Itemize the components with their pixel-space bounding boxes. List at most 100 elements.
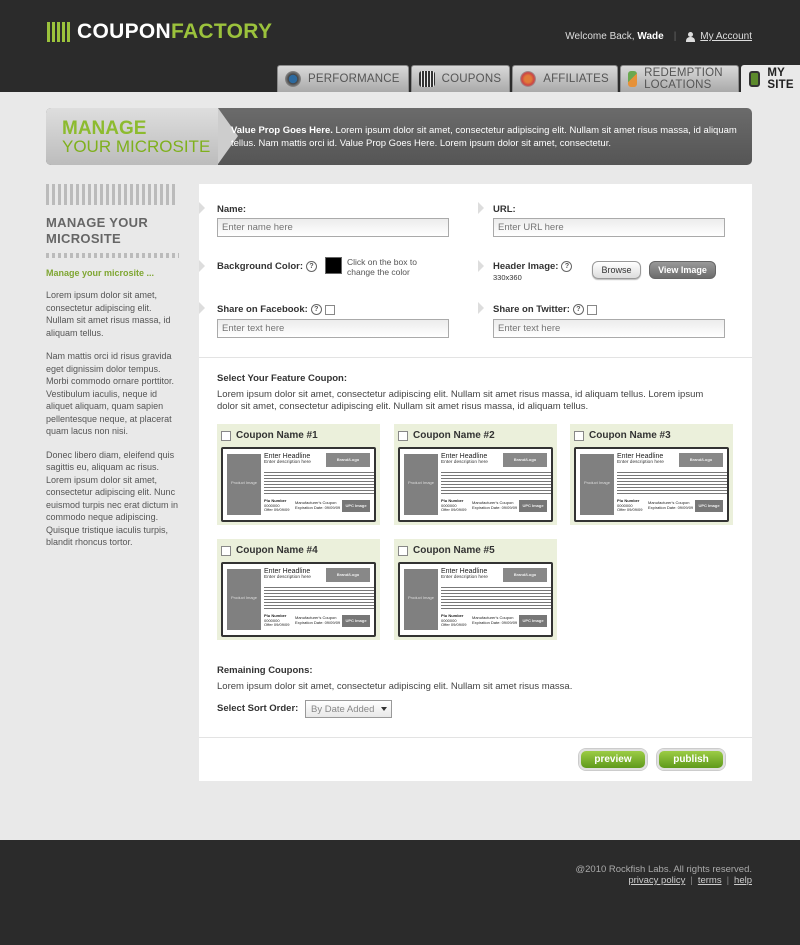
tab-performance[interactable]: PERFORMANCE <box>277 65 409 92</box>
brand-logo-placeholder: Brand/Logo <box>326 568 370 582</box>
privacy-policy-link[interactable]: privacy policy <box>628 875 685 886</box>
coupon-checkbox[interactable] <box>398 545 408 556</box>
performance-gauge-icon <box>285 71 301 87</box>
background-color-swatch[interactable] <box>325 257 342 274</box>
preview-button[interactable]: preview <box>579 749 647 770</box>
product-image-placeholder: Product Image <box>580 454 614 515</box>
help-icon[interactable]: ? <box>561 261 573 272</box>
tab-label: PERFORMANCE <box>308 73 400 85</box>
help-icon[interactable]: ? <box>306 261 318 272</box>
coupon-option[interactable]: Coupon Name #4 Product Image Enter Headl… <box>217 539 380 640</box>
page-title: MANAGE YOUR MICROSITE <box>62 118 211 156</box>
coupon-description: Enter description here <box>264 575 311 580</box>
header-image-dimensions: 330x360 <box>493 273 522 282</box>
terms-link[interactable]: terms <box>698 875 722 886</box>
tab-label: AFFILIATES <box>543 73 609 85</box>
coupon-description: Enter description here <box>441 575 488 580</box>
offer-date: Offer 09/09/09 <box>441 507 467 512</box>
url-input[interactable] <box>493 218 725 237</box>
help-icon[interactable]: ? <box>572 304 584 315</box>
sidebar-barcode-icon <box>46 184 179 205</box>
welcome-area: Welcome Back, Wade | My Account <box>565 31 752 42</box>
remaining-coupons-text: Lorem ipsum dolor sit amet, consectetur … <box>217 681 573 692</box>
coupon-plu: Plu Number 0000000 Offer 09/09/09 <box>264 613 290 628</box>
coupon-name: Coupon Name #3 <box>589 430 671 441</box>
sidebar-title-line2: MICROSITE <box>46 231 121 246</box>
page-title-line2: YOUR MICROSITE <box>62 137 211 156</box>
coupon-option[interactable]: Coupon Name #5 Product Image Enter Headl… <box>394 539 557 640</box>
header: COUPONFACTORY Welcome Back, Wade | My Ac… <box>0 0 800 92</box>
footer-links: privacy policy | terms | help <box>628 875 752 886</box>
coupon-option[interactable]: Coupon Name #1 Product Image Enter Headl… <box>217 424 380 525</box>
coupon-name: Coupon Name #1 <box>236 430 318 441</box>
facebook-text-input[interactable] <box>217 319 449 338</box>
feature-coupon-text: Lorem ipsum dolor sit amet, consectetur … <box>217 389 704 412</box>
page-title-line1: MANAGE <box>62 118 147 139</box>
product-image-placeholder: Product Image <box>227 569 261 630</box>
twitter-label-text: Share on Twitter: <box>493 304 570 316</box>
tab-label: COUPONS <box>441 73 502 85</box>
header-image-label: Header Image:? <box>493 261 573 273</box>
logo-text-factory: FACTORY <box>170 20 273 43</box>
coupon-headline: Enter Headline <box>264 568 311 575</box>
product-image-placeholder: Product Image <box>404 569 438 630</box>
sidebar: MANAGE YOUR MICROSITE Manage your micros… <box>46 184 179 549</box>
tab-label: MY SITE <box>767 67 794 91</box>
coupon-manufacturer: Manufacturer's Coupon Expiration Date: 09… <box>295 500 340 510</box>
logo[interactable]: COUPONFACTORY <box>47 20 272 44</box>
tab-label: REDEMPTION LOCATIONS <box>644 67 723 91</box>
offer-date: Offer 09/09/09 <box>617 507 643 512</box>
offer-date: Offer 09/09/09 <box>441 622 467 627</box>
field-arrow-icon <box>478 302 484 314</box>
tab-my-site[interactable]: MY SITE <box>740 65 800 92</box>
coupon-option[interactable]: Coupon Name #2 Product Image Enter Headl… <box>394 424 557 525</box>
coupon-checkbox[interactable] <box>221 545 231 556</box>
upc-image-placeholder: UPC Image <box>519 615 547 627</box>
help-icon[interactable]: ? <box>310 304 322 315</box>
coupon-manufacturer: Manufacturer's Coupon Expiration Date: 09… <box>472 615 517 625</box>
facebook-checkbox[interactable] <box>324 304 335 315</box>
help-link[interactable]: help <box>734 875 752 886</box>
copyright: @2010 Rockfish Labs. All rights reserved… <box>575 864 752 875</box>
coupon-name: Coupon Name #2 <box>413 430 495 441</box>
coupon-description: Enter description here <box>617 460 664 465</box>
coupon-checkbox[interactable] <box>221 430 231 441</box>
footer: @2010 Rockfish Labs. All rights reserved… <box>0 840 800 945</box>
field-arrow-icon <box>478 202 484 214</box>
product-image-placeholder: Product Image <box>227 454 261 515</box>
section-divider <box>199 737 752 738</box>
twitter-checkbox[interactable] <box>586 304 597 315</box>
main-panel: Name: URL: Background Color:? Click on t… <box>199 184 752 781</box>
coupon-checkbox[interactable] <box>398 430 408 441</box>
coupon-option[interactable]: Coupon Name #3 Product Image Enter Headl… <box>570 424 733 525</box>
view-image-button[interactable]: View Image <box>649 261 716 279</box>
expiration-date: Expiration Date: 09/09/09 <box>648 504 694 510</box>
coupon-preview: Product Image Enter Headline Enter descr… <box>221 447 376 522</box>
logo-text-coupon: COUPON <box>77 20 171 43</box>
sort-order-value: By Date Added <box>311 704 375 715</box>
footer-separator: | <box>690 875 693 886</box>
coupon-plu: Plu Number 0000000 Offer 09/09/09 <box>264 498 290 513</box>
sort-order-select[interactable]: By Date Added <box>305 700 392 718</box>
my-account-link[interactable]: My Account <box>700 31 752 42</box>
sidebar-paragraph: Lorem ipsum dolor sit amet, consectetur … <box>46 290 171 338</box>
brand-logo-placeholder: Brand/Logo <box>503 568 547 582</box>
coupon-plu: Plu Number 0000000 Offer 09/09/09 <box>617 498 643 513</box>
coupon-manufacturer: Manufacturer's Coupon Expiration Date: 09… <box>472 500 517 510</box>
coupon-fine-print <box>617 471 727 495</box>
coupon-checkbox[interactable] <box>574 430 584 441</box>
tab-affiliates[interactable]: AFFILIATES <box>512 65 618 92</box>
header-image-label-text: Header Image: <box>493 261 559 273</box>
coupon-fine-print <box>264 471 374 495</box>
feature-coupon-title: Select Your Feature Coupon: <box>217 373 348 384</box>
twitter-text-input[interactable] <box>493 319 725 338</box>
monitor-icon <box>748 71 761 87</box>
publish-button[interactable]: publish <box>657 749 725 770</box>
tab-coupons[interactable]: COUPONS <box>410 65 511 92</box>
browse-button[interactable]: Browse <box>592 261 641 279</box>
name-input[interactable] <box>217 218 449 237</box>
value-prop-heading: Value Prop Goes Here. <box>231 125 333 136</box>
tab-redemption-locations[interactable]: REDEMPTION LOCATIONS <box>619 65 739 92</box>
coupon-description: Enter description here <box>264 460 311 465</box>
coupon-headline: Enter Headline <box>441 453 488 460</box>
